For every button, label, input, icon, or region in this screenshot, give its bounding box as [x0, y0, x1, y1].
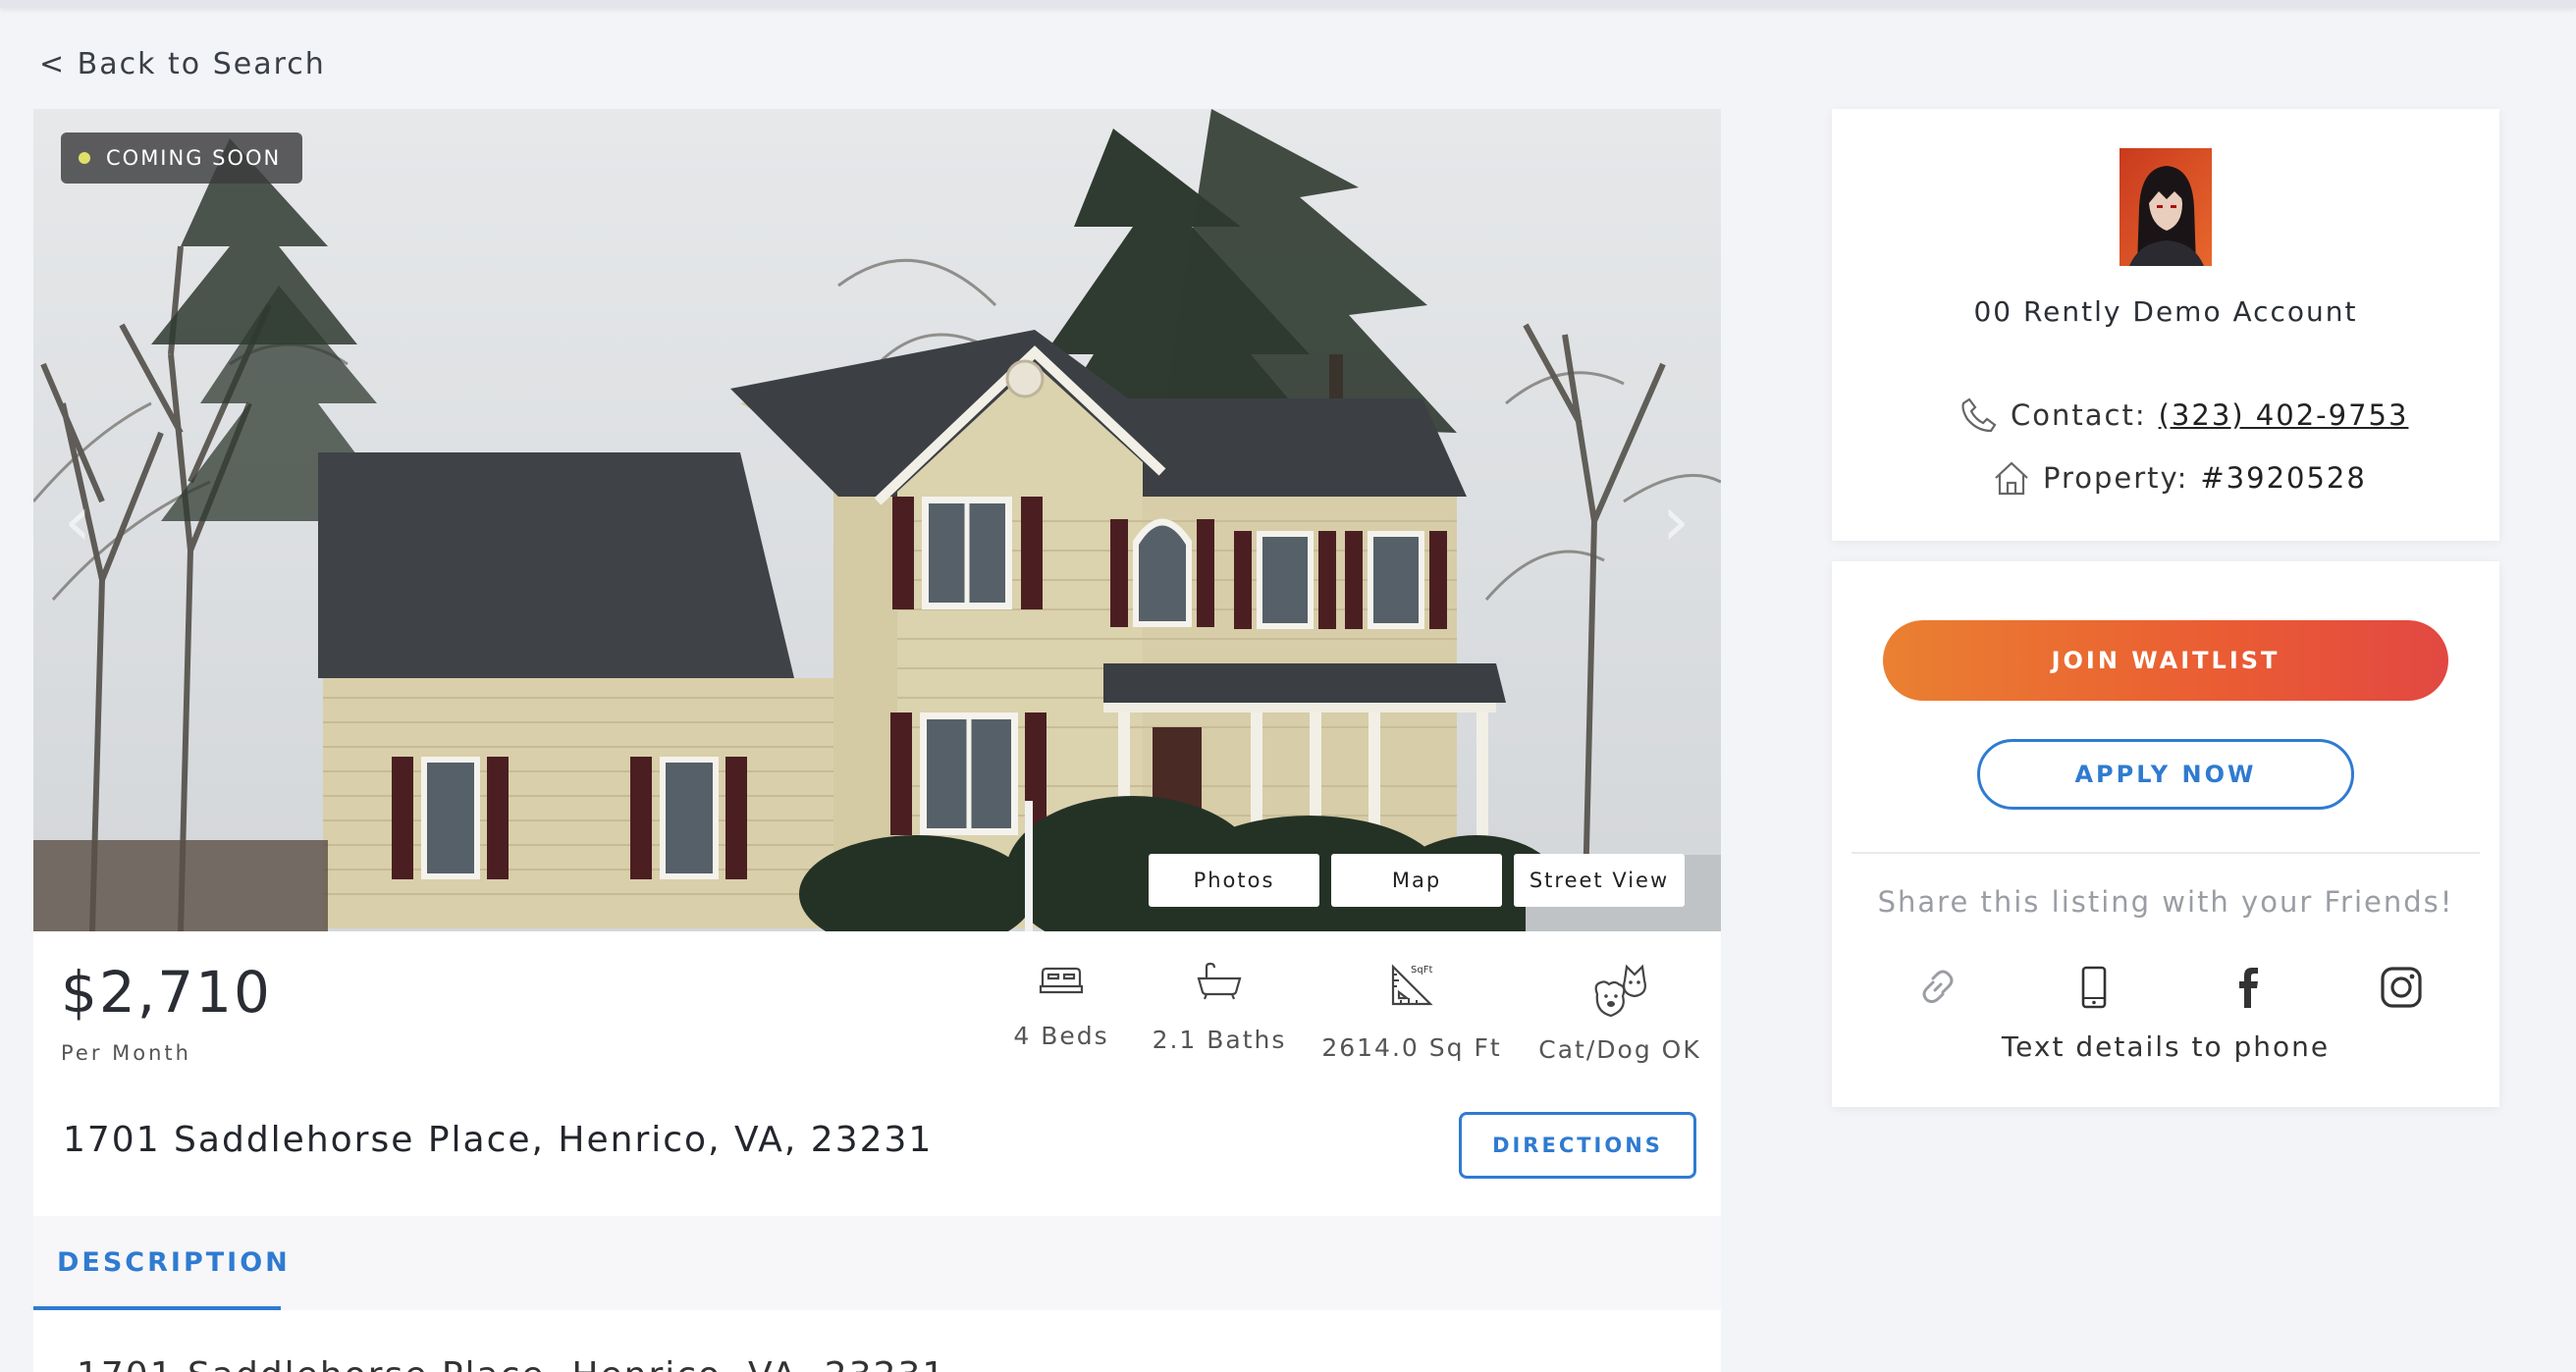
instagram-icon[interactable] [2372, 958, 2431, 1017]
property-row: Property: #3920528 [1992, 458, 2367, 498]
divider [1852, 852, 2480, 854]
facebook-icon[interactable] [2219, 958, 2278, 1017]
feature-baths: 2.1 Baths [1121, 961, 1317, 1054]
phone-icon[interactable] [2065, 958, 2123, 1017]
tab-description[interactable]: DESCRIPTION [57, 1247, 291, 1278]
next-photo-arrow-icon[interactable]: › [1651, 482, 1700, 560]
ruler-sqft-icon: SqFt [1391, 964, 1433, 1006]
property-id: #3920528 [2200, 461, 2367, 495]
prev-photo-arrow-icon[interactable]: ‹ [53, 482, 102, 560]
top-bar [0, 0, 2576, 8]
description-text: 1701 Saddlehorse Place, Henrico, VA, 232… [77, 1355, 946, 1372]
contact-row: Contact: (323) 402-9753 [1959, 396, 2408, 435]
account-name: 00 Rently Demo Account [1973, 295, 2358, 328]
feature-sqft-label: 2614.0 Sq Ft [1321, 1033, 1502, 1062]
listing-info: $2,710 Per Month 4 Beds 2.1 Baths SqFt 2… [33, 931, 1721, 1216]
house-icon [1995, 461, 2028, 496]
feature-pets-label: Cat/Dog OK [1538, 1035, 1701, 1064]
phone-handset-icon [1961, 397, 1997, 433]
listing-photo: COMING SOON ‹ › Photos Map Street View [33, 109, 1721, 931]
avatar [2120, 148, 2212, 266]
feature-baths-label: 2.1 Baths [1152, 1026, 1287, 1054]
status-badge: COMING SOON [61, 132, 303, 184]
svg-text:SqFt: SqFt [1411, 965, 1432, 976]
listing-address: 1701 Saddlehorse Place, Henrico, VA, 232… [63, 1120, 934, 1160]
bed-icon [1039, 967, 1084, 994]
back-to-search-link[interactable]: < Back to Search [39, 47, 326, 81]
apply-now-button[interactable]: APPLY NOW [1977, 739, 2354, 810]
listing-price: $2,710 [61, 959, 272, 1026]
avatar-image [2120, 148, 2212, 266]
house-photo-illustration [33, 109, 1721, 931]
property-label: Property: [2043, 461, 2189, 495]
agent-card: 00 Rently Demo Account Contact: (323) 40… [1832, 109, 2499, 541]
bathtub-icon [1197, 962, 1242, 1000]
contact-phone-link[interactable]: (323) 402-9753 [2159, 398, 2409, 432]
status-badge-label: COMING SOON [106, 146, 282, 170]
feature-pets: Cat/Dog OK [1522, 961, 1718, 1064]
feature-sqft: SqFt 2614.0 Sq Ft [1314, 961, 1510, 1062]
listing-tabs: DESCRIPTION [33, 1216, 1721, 1310]
status-dot-icon [79, 152, 90, 164]
price-period: Per Month [61, 1041, 191, 1065]
cat-dog-icon [1594, 964, 1646, 1018]
contact-label: Contact: [2011, 398, 2147, 432]
photos-button[interactable]: Photos [1149, 854, 1319, 907]
share-heading: Share this listing with your Friends! [1877, 885, 2454, 919]
map-button[interactable]: Map [1331, 854, 1502, 907]
directions-button[interactable]: DIRECTIONS [1459, 1112, 1696, 1179]
actions-card: JOIN WAITLIST APPLY NOW Share this listi… [1832, 561, 2499, 1107]
link-icon[interactable] [1908, 958, 1967, 1017]
description-panel: 1701 Saddlehorse Place, Henrico, VA, 232… [33, 1310, 1721, 1372]
street-view-button[interactable]: Street View [1514, 854, 1685, 907]
text-details-to-phone[interactable]: Text details to phone [1832, 1030, 2499, 1063]
join-waitlist-button[interactable]: JOIN WAITLIST [1883, 620, 2448, 701]
